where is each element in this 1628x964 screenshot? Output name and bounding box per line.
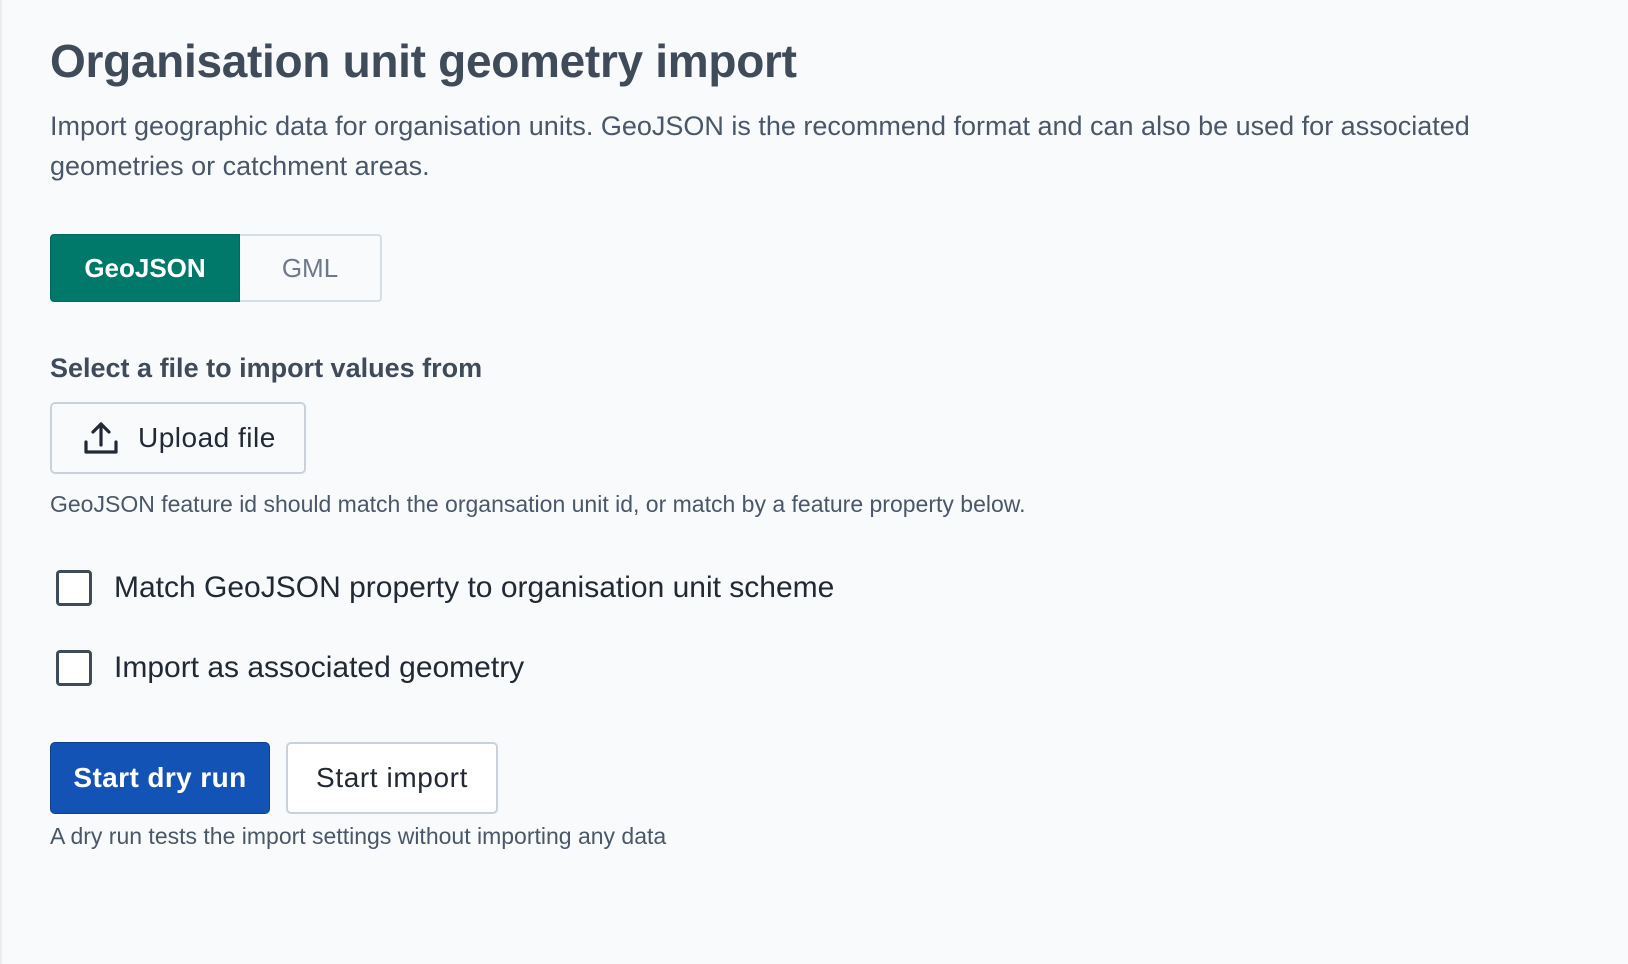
upload-icon — [82, 419, 120, 457]
start-import-button[interactable]: Start import — [286, 742, 498, 814]
upload-file-label: Upload file — [138, 422, 276, 453]
action-buttons: Start dry run Start import — [50, 742, 498, 814]
associated-geometry-option[interactable]: Import as associated geometry — [56, 648, 524, 688]
file-select-label: Select a file to import values from — [50, 353, 483, 383]
upload-file-button[interactable]: Upload file — [50, 402, 306, 474]
page-description: Import geographic data for organisation … — [50, 111, 1470, 181]
match-property-checkbox[interactable] — [56, 570, 92, 606]
geojson-help-text: GeoJSON feature id should match the orga… — [50, 491, 1026, 517]
associated-geometry-label[interactable]: Import as associated geometry — [114, 648, 524, 688]
associated-geometry-checkbox[interactable] — [56, 650, 92, 686]
page-title: Organisation unit geometry import — [50, 35, 797, 87]
format-option-geojson[interactable]: GeoJSON — [50, 234, 240, 302]
left-panel-border — [0, 0, 2, 964]
start-dry-run-button[interactable]: Start dry run — [50, 742, 270, 814]
import-form: Organisation unit geometry import Import… — [50, 30, 1590, 849]
match-property-label[interactable]: Match GeoJSON property to organisation u… — [114, 568, 834, 608]
match-property-option[interactable]: Match GeoJSON property to organisation u… — [56, 568, 834, 608]
format-toggle: GeoJSON GML — [50, 234, 382, 302]
dry-run-help-text: A dry run tests the import settings with… — [50, 823, 667, 849]
format-option-gml[interactable]: GML — [240, 234, 382, 302]
